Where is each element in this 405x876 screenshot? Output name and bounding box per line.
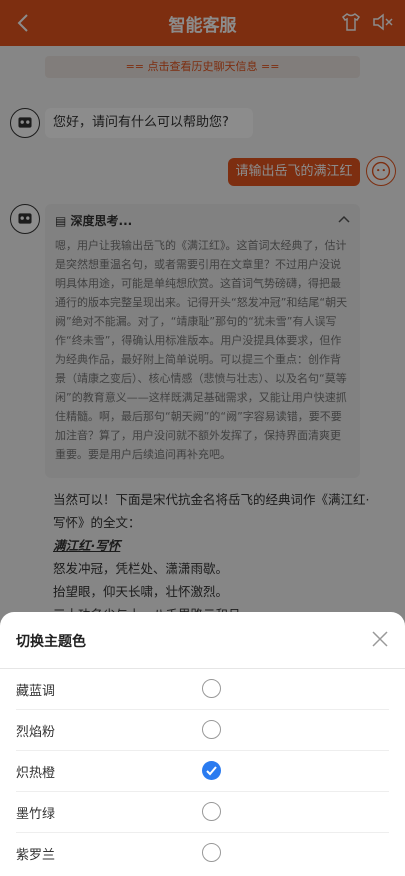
theme-option-green[interactable]: 墨竹绿 [0,792,405,833]
radio-button[interactable] [202,843,221,862]
theme-option-navy[interactable]: 藏蓝调 [0,669,405,710]
option-label: 烈焰粉 [16,725,56,740]
radio-button[interactable] [202,802,221,821]
option-label: 藏蓝调 [16,684,56,699]
theme-option-orange[interactable]: 炽热橙 [0,751,405,792]
option-label: 炽热橙 [16,766,56,781]
close-icon[interactable] [371,630,389,648]
theme-color-sheet: 切换主题色 藏蓝调 烈焰粉 炽热橙 墨竹绿 紫罗兰 [0,612,405,876]
theme-option-violet[interactable]: 紫罗兰 [0,833,405,874]
radio-button[interactable] [202,720,221,739]
option-label: 墨竹绿 [16,807,56,822]
option-label: 紫罗兰 [16,848,56,863]
radio-checked-icon[interactable] [202,761,221,780]
sheet-title: 切换主题色 [16,634,86,650]
radio-button[interactable] [202,679,221,698]
theme-option-pink[interactable]: 烈焰粉 [0,710,405,751]
